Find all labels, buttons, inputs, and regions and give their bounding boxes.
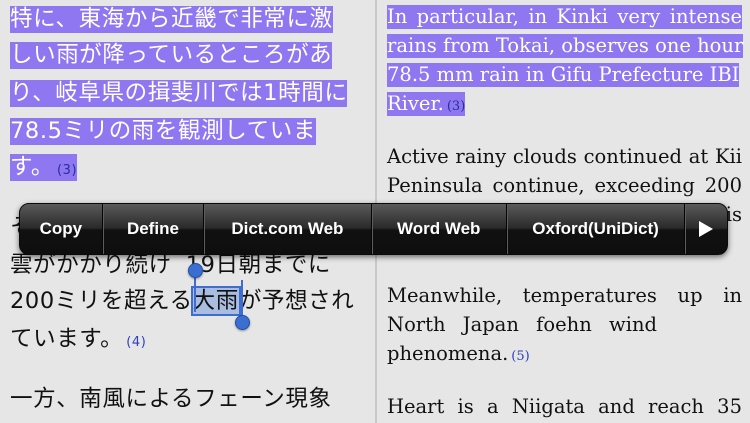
en-para1-line2[interactable]: rains from Tokai, observes one hour — [387, 31, 744, 60]
highlighted-text[interactable]: 特に、東海から近畿で非常に激 — [10, 6, 333, 33]
en-para3-line3: phenomena. (5) — [387, 339, 742, 371]
en-para3-line1: Meanwhile, temperatures up in — [387, 284, 742, 307]
jp-para1-line1[interactable]: 特に、東海から近畿で非常に激 — [10, 4, 365, 34]
en-para2-line2: Peninsula continue, exceeding 200 — [387, 174, 742, 197]
highlighted-text[interactable]: 78.5ミリの雨を観測していま — [10, 118, 316, 145]
copy-button[interactable]: Copy — [20, 204, 103, 254]
en-text: North Japan foehn wind — [387, 313, 657, 336]
reference-link[interactable]: (5) — [511, 349, 529, 364]
selection-end-bar — [241, 280, 243, 320]
jp-para2-line2: 200ミリを超える大雨が予想され — [10, 286, 365, 316]
en-para3-line2: North Japan foehn wind — [387, 310, 657, 339]
highlighted-text[interactable]: rains from Tokai, observes one hour — [387, 34, 744, 58]
en-para2-line1: Active rainy clouds continued at Kii — [387, 145, 742, 168]
oxford-unidict-button[interactable]: Oxford(UniDict) — [507, 204, 686, 254]
highlighted-text[interactable]: In particular, in Kinki very intense — [387, 5, 742, 29]
play-triangle-icon — [699, 221, 714, 237]
highlighted-text[interactable]: River. (3) — [387, 92, 466, 116]
jp-para2-line3: ています。 (4) — [10, 324, 365, 358]
jp-para1-line2[interactable]: しい雨が降っているところがあ — [10, 40, 365, 70]
edit-menu-toolbar: Copy Define Dict.com Web Word Web Oxford… — [19, 203, 728, 255]
jp-text: が予想され — [238, 288, 355, 314]
selected-word[interactable]: 大雨 — [190, 286, 241, 316]
jp-text: 200ミリを超える — [10, 288, 193, 314]
highlighted-text[interactable]: 78.5 mm rain in Gifu Prefecture IBI — [387, 63, 740, 87]
jp-para3-line1: 一方、南風によるフェーン現象 — [10, 386, 332, 412]
en-para1-line4[interactable]: River. (3) — [387, 89, 742, 121]
highlighted-text-end: す。 — [10, 154, 54, 180]
highlighted-text[interactable]: しい雨が降っているところがあ — [10, 42, 333, 69]
jp-text: 19日朝までに — [185, 252, 332, 278]
reference-link[interactable]: (4) — [126, 335, 146, 350]
more-options-button[interactable] — [685, 204, 727, 254]
selection-start-handle[interactable] — [188, 263, 203, 278]
highlighted-text[interactable]: す。 (3) — [10, 154, 78, 181]
jp-text: 雲がかかり続け — [10, 252, 172, 278]
en-para1-line3[interactable]: 78.5 mm rain in Gifu Prefecture IBI — [387, 60, 742, 89]
en-para4-line1: Heart is a Niigata and reach 35 — [387, 395, 742, 418]
jp-text: ています。 — [10, 326, 124, 352]
jp-para1-line5[interactable]: す。 (3) — [10, 152, 365, 186]
jp-para1-line3[interactable]: り、岐阜県の揖斐川では1時間に — [10, 78, 365, 108]
highlighted-text-end: River. — [387, 92, 444, 115]
word-web-button[interactable]: Word Web — [372, 204, 507, 254]
highlighted-text[interactable]: り、岐阜県の揖斐川では1時間に — [10, 80, 348, 107]
en-text: phenomena. — [387, 342, 509, 365]
reference-link[interactable]: (3) — [57, 163, 77, 178]
en-para1-line1[interactable]: In particular, in Kinki very intense — [387, 2, 742, 31]
define-button[interactable]: Define — [103, 204, 205, 254]
dict-com-web-button[interactable]: Dict.com Web — [204, 204, 372, 254]
selection-end-handle[interactable] — [235, 315, 250, 330]
reference-link[interactable]: (3) — [447, 99, 465, 114]
jp-para1-line4[interactable]: 78.5ミリの雨を観測していま — [10, 116, 365, 146]
